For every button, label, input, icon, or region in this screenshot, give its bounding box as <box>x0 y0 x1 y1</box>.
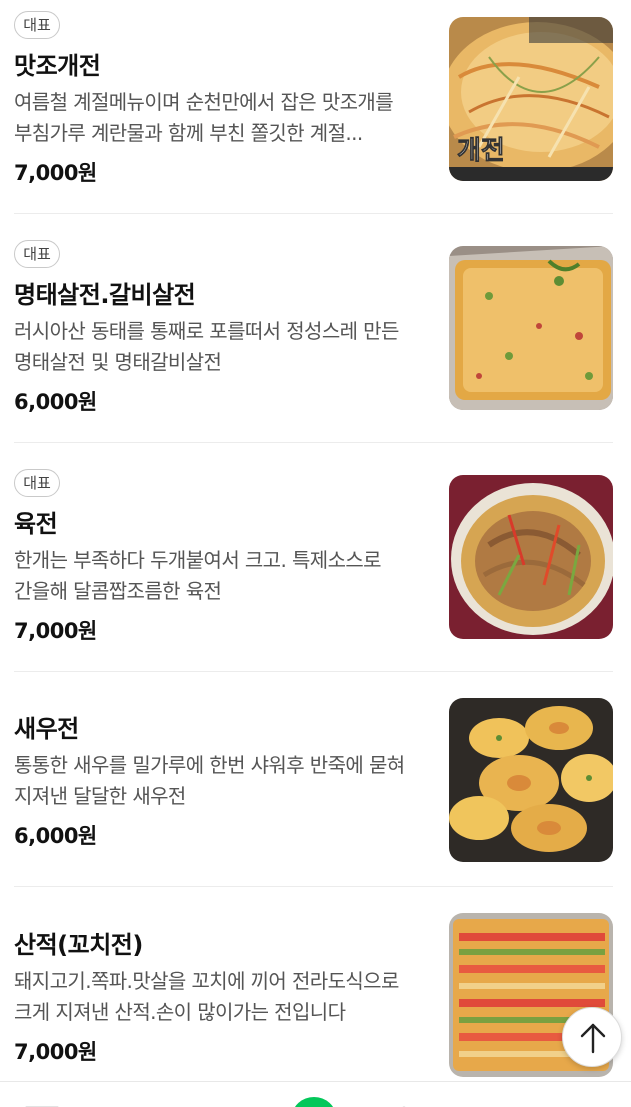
menu-item-name: 육전 <box>14 510 58 538</box>
nav-item-2[interactable] <box>125 1100 135 1107</box>
menu-item-name: 산적(꼬치전) <box>14 931 143 959</box>
menu-item-price: 7,000원 <box>14 1040 97 1064</box>
menu-item-description: 한개는 부족하다 두개붙여서 크고. 특제소스로 간을해 달콤짭조름한 육전 <box>14 548 382 603</box>
featured-badge: 대표 <box>14 469 60 497</box>
menu-item-price: 6,000원 <box>14 390 97 414</box>
nav-item-5[interactable] <box>390 1100 418 1107</box>
menu-item-photo[interactable]: 개전 <box>449 17 613 181</box>
bottom-nav <box>0 1081 631 1107</box>
menu-item[interactable]: 새우전 통통한 새우를 밀가루에 한번 샤워후 반죽에 묻혀 지져낸 달달한 새… <box>14 672 613 887</box>
nav-item-home[interactable] <box>292 1097 336 1107</box>
menu-item-description: 여름철 계절메뉴이며 순천만에서 잡은 맛조개를 부침가루 계란물과 함께 부친… <box>14 90 394 145</box>
nav-item-menu[interactable] <box>24 1100 60 1107</box>
menu-item[interactable]: 대표 명태살전.갈비살전 러시아산 동태를 통째로 포를떠서 정성스레 만든 명… <box>14 214 613 443</box>
menu-item-price: 7,000원 <box>14 161 97 185</box>
menu-item-description: 통통한 새우를 밀가루에 한번 샤워후 반죽에 묻혀 지져낸 달달한 새우전 <box>14 753 405 808</box>
menu-item[interactable]: 대표 맛조개전 여름철 계절메뉴이며 순천만에서 잡은 맛조개를 부침가루 계란… <box>14 0 613 214</box>
menu-item[interactable]: 산적(꼬치전) 돼지고기.쪽파.맛살을 꼬치에 끼어 전라도식으로 크게 지져낸… <box>14 887 613 1081</box>
home-icon <box>294 1097 334 1107</box>
menu-item-price: 6,000원 <box>14 824 97 848</box>
menu-item[interactable]: 대표 육전 한개는 부족하다 두개붙여서 크고. 특제소스로 간을해 달콤짭조름… <box>14 443 613 672</box>
menu-item-description: 러시아산 동태를 통째로 포를떠서 정성스레 만든 명태살전 및 명태갈비살전 <box>14 319 399 374</box>
menu-item-photo[interactable] <box>449 698 613 862</box>
menu-item-photo[interactable] <box>449 475 613 639</box>
featured-badge: 대표 <box>14 240 60 268</box>
arrow-up-icon <box>580 1023 606 1054</box>
nav-item-6[interactable] <box>488 1100 502 1107</box>
menu-item-price: 7,000원 <box>14 619 97 643</box>
menu-item-name: 명태살전.갈비살전 <box>14 281 196 309</box>
scroll-to-top-button[interactable] <box>562 1007 622 1067</box>
photo-overlay-text: 개전 <box>457 136 505 166</box>
nav-item-3[interactable] <box>220 1100 230 1107</box>
menu-item-photo[interactable] <box>449 246 613 410</box>
menu-item-name: 맛조개전 <box>14 52 101 80</box>
menu-item-description: 돼지고기.쪽파.맛살을 꼬치에 끼어 전라도식으로 크게 지져낸 산적.손이 많… <box>14 969 399 1024</box>
featured-badge: 대표 <box>14 11 60 39</box>
menu-item-name: 새우전 <box>14 715 79 743</box>
